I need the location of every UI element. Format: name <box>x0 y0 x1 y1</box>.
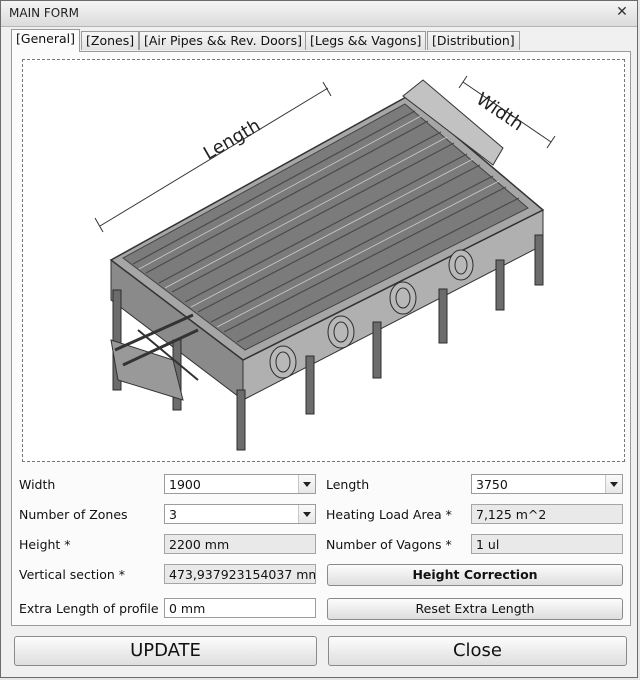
zones-value: 3 <box>169 507 177 522</box>
zones-combo[interactable]: 3 <box>164 504 316 524</box>
length-combo[interactable]: 3750 <box>471 474 623 494</box>
length-value: 3750 <box>476 477 508 492</box>
tab-distribution[interactable]: [Distribution] <box>427 31 520 50</box>
window-close-icon[interactable]: ✕ <box>613 4 631 22</box>
width-value: 1900 <box>169 477 201 492</box>
tab-air-pipes[interactable]: [Air Pipes && Rev. Doors] <box>139 31 307 50</box>
vertical-section-field: 473,937923154037 mm <box>164 564 316 584</box>
vagons-label: Number of Vagons * <box>326 537 452 552</box>
dryer-drawing: Length Width <box>94 75 556 451</box>
vertical-section-label: Vertical section * <box>19 567 126 582</box>
width-combo[interactable]: 1900 <box>164 474 316 494</box>
title-bar[interactable]: MAIN FORM ✕ <box>1 1 637 27</box>
extra-length-label: Extra Length of profile <box>19 601 159 616</box>
general-tab-panel: Length Width Width 1900 Length 3750 Numb… <box>11 51 631 626</box>
update-button[interactable]: UPDATE <box>14 636 317 666</box>
close-button[interactable]: Close <box>328 636 627 666</box>
chevron-down-icon[interactable] <box>298 505 315 523</box>
extra-length-input[interactable]: 0 mm <box>164 598 316 618</box>
height-label: Height * <box>19 537 71 552</box>
tab-zones[interactable]: [Zones] <box>81 31 140 50</box>
tab-general[interactable]: [General] <box>11 29 81 52</box>
main-form-window: MAIN FORM ✕ [General] [Zones] [Air Pipes… <box>0 0 638 678</box>
heating-load-field: 7,125 m^2 <box>471 504 623 524</box>
window-title: MAIN FORM <box>9 6 79 20</box>
heating-load-label: Heating Load Area * <box>326 507 452 522</box>
reset-extra-length-button[interactable]: Reset Extra Length <box>327 598 623 620</box>
height-field: 2200 mm <box>164 534 316 554</box>
tab-legs-vagons[interactable]: [Legs && Vagons] <box>305 31 427 50</box>
height-correction-button[interactable]: Height Correction <box>327 564 623 586</box>
vagons-field: 1 ul <box>471 534 623 554</box>
width-label: Width <box>19 477 56 492</box>
dryer-drawing-frame: Length Width <box>22 59 625 462</box>
length-label: Length <box>326 477 370 492</box>
length-dimension-label: Length <box>200 115 264 164</box>
chevron-down-icon[interactable] <box>298 475 315 493</box>
chevron-down-icon[interactable] <box>605 475 622 493</box>
zones-label: Number of Zones <box>19 507 128 522</box>
